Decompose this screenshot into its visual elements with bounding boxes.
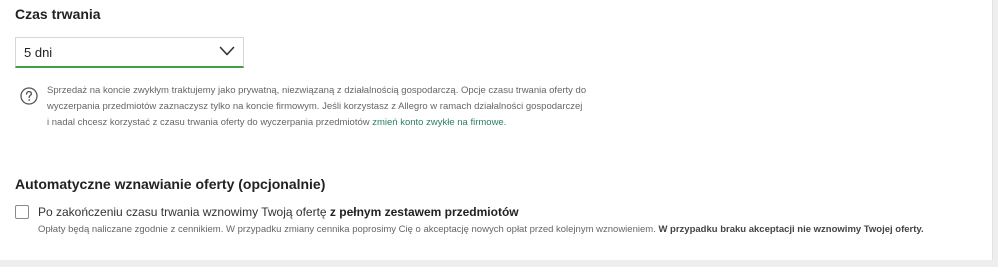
duration-info-end: . xyxy=(503,117,507,128)
auto-renew-note-bold: W przypadku braku akceptacji nie wznowim… xyxy=(658,224,924,235)
auto-renew-label-bold: z pełnym zestawem przedmiotów xyxy=(329,205,519,219)
auto-renew-checkbox[interactable] xyxy=(15,205,29,219)
auto-renew-note-text: Opłaty będą naliczane zgodnie z cennikie… xyxy=(38,224,659,235)
auto-renew-note: Opłaty będą naliczane zgodnie z cennikie… xyxy=(38,224,924,235)
auto-renew-label[interactable]: Po zakończeniu czasu trwania wznowimy Tw… xyxy=(38,205,519,219)
duration-info-text: Sprzedaż na koncie zwykłym traktujemy ja… xyxy=(47,83,587,131)
duration-section-title: Czas trwania xyxy=(15,6,101,22)
duration-select-value: 5 dni xyxy=(24,45,53,60)
offer-duration-card: Czas trwania 5 dni Sprzedaż na koncie zw… xyxy=(0,0,993,260)
renewal-section-title: Automatyczne wznawianie oferty (opcjonal… xyxy=(15,176,326,192)
duration-select[interactable]: 5 dni xyxy=(15,37,244,68)
auto-renew-label-text: Po zakończeniu czasu trwania wznowimy Tw… xyxy=(38,205,330,219)
question-circle-icon xyxy=(20,87,38,105)
chevron-down-icon xyxy=(219,46,235,56)
change-account-link[interactable]: zmień konto zwykłe na firmowe xyxy=(372,117,503,128)
